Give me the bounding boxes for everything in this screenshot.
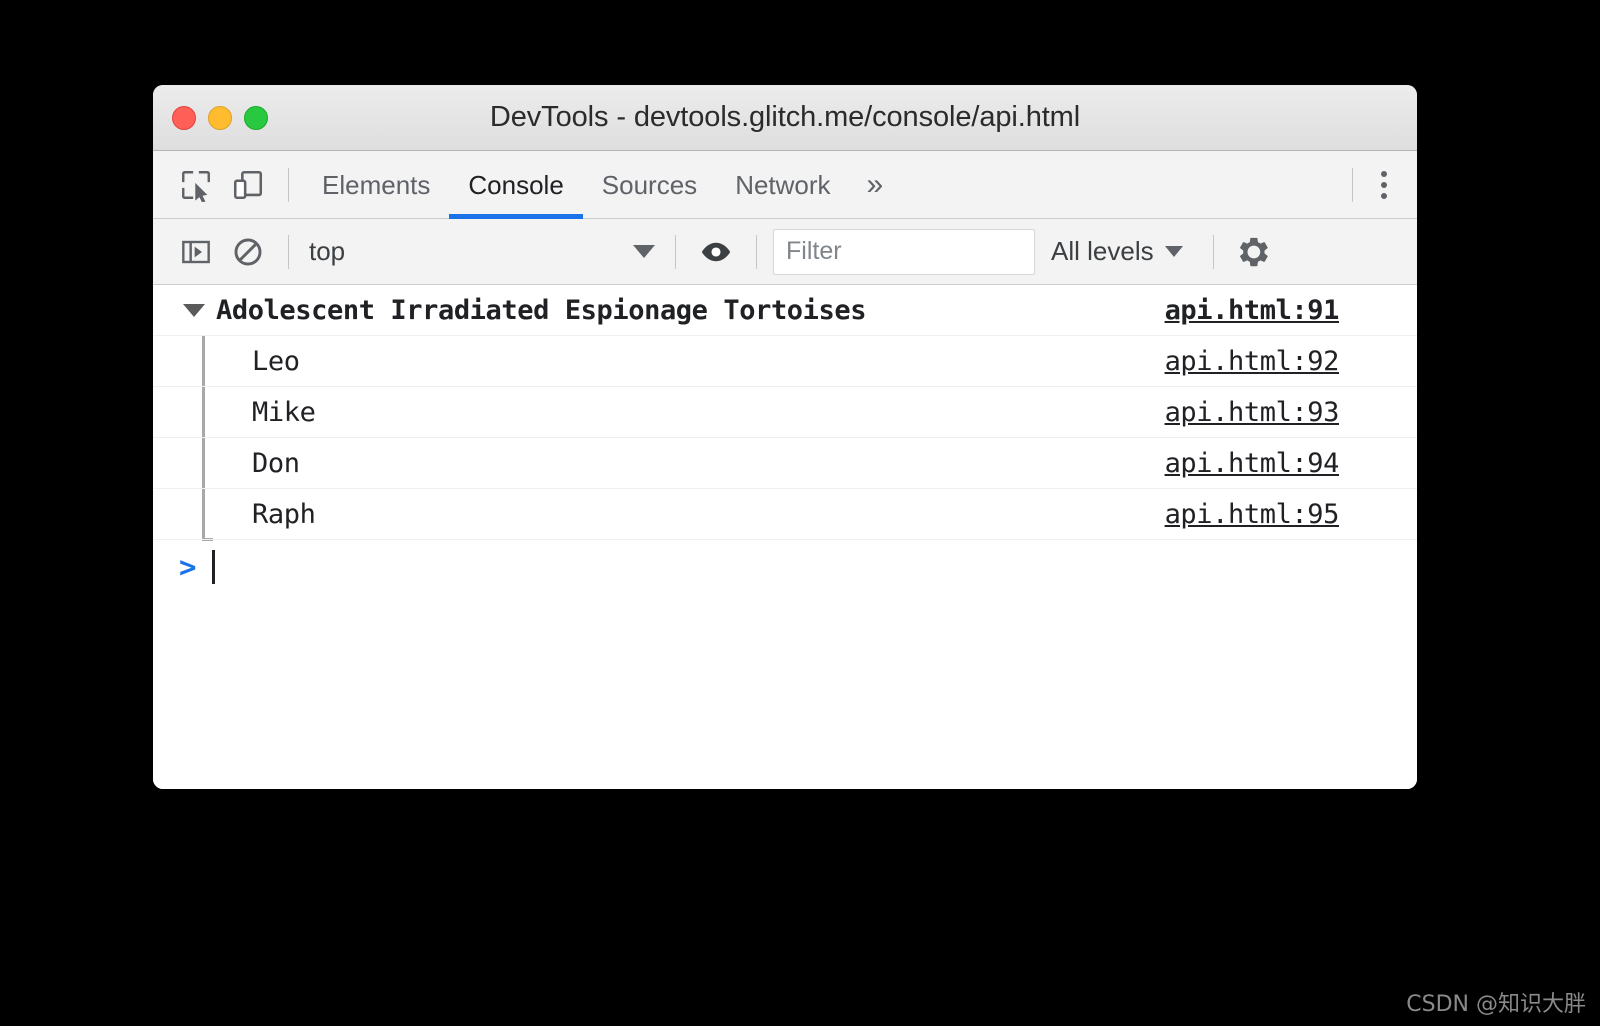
tab-elements[interactable]: Elements: [303, 151, 449, 219]
traffic-lights: [172, 85, 268, 150]
inspect-element-icon: [182, 170, 210, 202]
console-message-list: Adolescent Irradiated Espionage Tortoise…: [153, 285, 1417, 789]
console-sidebar-icon: [182, 240, 210, 263]
console-toolbar-divider-3: [756, 234, 757, 269]
console-source-link[interactable]: api.html:92: [1165, 346, 1340, 377]
log-levels-label: All levels: [1051, 236, 1154, 266]
console-toolbar-divider-2: [675, 234, 676, 269]
console-message-text: Mike: [252, 396, 316, 428]
console-source-link[interactable]: api.html:91: [1165, 295, 1340, 326]
console-settings-button[interactable]: [1228, 228, 1280, 276]
tab-sources[interactable]: Sources: [583, 151, 716, 219]
more-tabs-button[interactable]: »: [850, 151, 901, 219]
chevron-down-icon: [633, 245, 655, 258]
clear-console-icon: [234, 238, 262, 265]
window-title: DevTools - devtools.glitch.me/console/ap…: [489, 101, 1081, 133]
console-toolbar-divider-4: [1212, 234, 1214, 269]
text-cursor: [212, 550, 216, 584]
gear-icon: [1239, 237, 1268, 266]
chevron-down-icon[interactable]: [183, 303, 205, 317]
clear-console-button[interactable]: [222, 228, 274, 276]
console-message-row[interactable]: Mike api.html:93: [153, 387, 1417, 438]
close-window-button[interactable]: [172, 105, 196, 130]
tabbar-divider: [288, 167, 289, 202]
devtools-tabbar: Elements Console Sources Network »: [153, 151, 1417, 219]
console-toolbar: top Filter All levels: [153, 219, 1417, 285]
prompt-chevron-icon: >: [179, 550, 197, 584]
filter-input[interactable]: Filter: [773, 228, 1035, 275]
device-toolbar-button[interactable]: [222, 161, 274, 209]
console-source-link[interactable]: api.html:94: [1165, 448, 1340, 479]
console-message-row[interactable]: Don api.html:94: [153, 438, 1417, 489]
console-group-title: Adolescent Irradiated Espionage Tortoise…: [216, 294, 867, 326]
devtools-window: DevTools - devtools.glitch.me/console/ap…: [153, 85, 1417, 789]
console-message-row[interactable]: Raph api.html:95: [153, 489, 1417, 540]
console-message-text: Leo: [252, 345, 300, 377]
console-message-text: Raph: [252, 498, 316, 530]
device-toolbar-icon: [233, 170, 263, 199]
window-titlebar: DevTools - devtools.glitch.me/console/ap…: [153, 85, 1417, 151]
log-levels-selector[interactable]: All levels: [1035, 230, 1199, 274]
tabbar-right-group: [1338, 151, 1417, 218]
tab-console[interactable]: Console: [449, 151, 584, 219]
console-sidebar-toggle-button[interactable]: [170, 228, 222, 276]
inspect-element-button[interactable]: [170, 161, 222, 209]
watermark: CSDN @知识大胖: [1406, 992, 1586, 1017]
chevron-down-icon: [1164, 246, 1183, 257]
console-group-header-row[interactable]: Adolescent Irradiated Espionage Tortoise…: [153, 285, 1417, 336]
console-source-link[interactable]: api.html:95: [1165, 499, 1340, 530]
console-prompt-row[interactable]: >: [153, 540, 1417, 594]
more-options-button[interactable]: [1367, 165, 1401, 205]
maximize-window-button[interactable]: [244, 105, 268, 130]
more-vertical-icon-dot: [1381, 170, 1387, 177]
more-vertical-icon-dot: [1381, 181, 1387, 188]
tab-network[interactable]: Network: [716, 151, 849, 219]
console-source-link[interactable]: api.html:93: [1165, 397, 1340, 428]
console-message-text: Don: [252, 447, 300, 479]
more-vertical-icon-dot: [1381, 192, 1387, 199]
console-message-row[interactable]: Leo api.html:92: [153, 336, 1417, 387]
tabbar-right-divider: [1352, 167, 1353, 202]
execution-context-label: top: [309, 236, 346, 266]
live-expression-button[interactable]: [690, 228, 742, 276]
execution-context-selector[interactable]: top: [303, 230, 661, 274]
console-toolbar-divider: [288, 234, 289, 269]
minimize-window-button[interactable]: [208, 105, 232, 130]
eye-icon: [701, 242, 731, 261]
